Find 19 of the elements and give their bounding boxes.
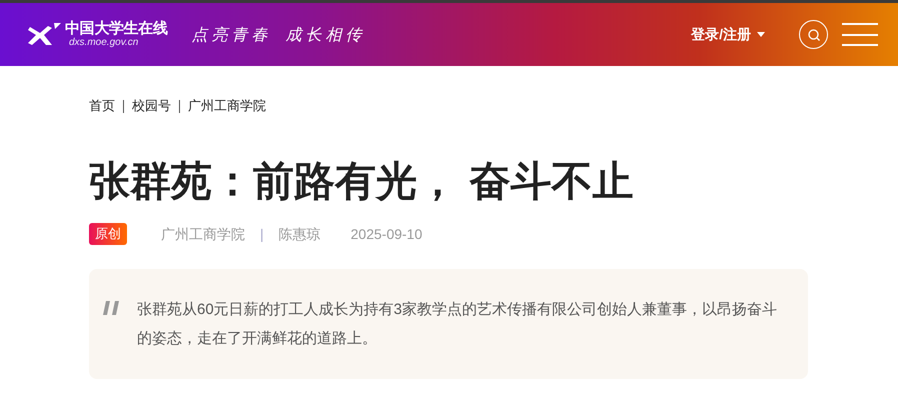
slogan-text: 点亮青春 [191, 24, 272, 46]
search-icon[interactable] [799, 20, 828, 49]
caret-icon [757, 32, 765, 37]
separator: | [260, 224, 264, 244]
original-badge: 原创 [89, 223, 127, 245]
article-summary: 张群苑从60元日薪的打工人成长为持有3家教学点的艺术传播有限公司创始人兼董事，以昂扬奋斗的姿态，走在了开满鲜花的道路上。 [137, 300, 778, 349]
article-date: 2025-09-10 [350, 224, 422, 244]
slogan-text: 成长相传 [285, 24, 366, 46]
article-title: 张群苑：前路有光， 奋斗不止 [89, 157, 634, 206]
quote-icon [103, 301, 121, 315]
breadcrumb-link[interactable]: 广州工商学院 [188, 96, 266, 116]
breadcrumb-link[interactable]: 首页 [89, 96, 115, 116]
logo-title: 中国大学生在线 [65, 21, 168, 36]
breadcrumb-link[interactable]: 校园号 [132, 96, 171, 116]
menu-icon[interactable] [842, 23, 878, 46]
article-source: 广州工商学院 [161, 224, 245, 244]
article-author: 陈惠琼 [278, 224, 321, 244]
logo-url: dxs.moe.gov.cn [69, 38, 140, 48]
login-register-button[interactable]: 登录/注册 [691, 24, 765, 45]
